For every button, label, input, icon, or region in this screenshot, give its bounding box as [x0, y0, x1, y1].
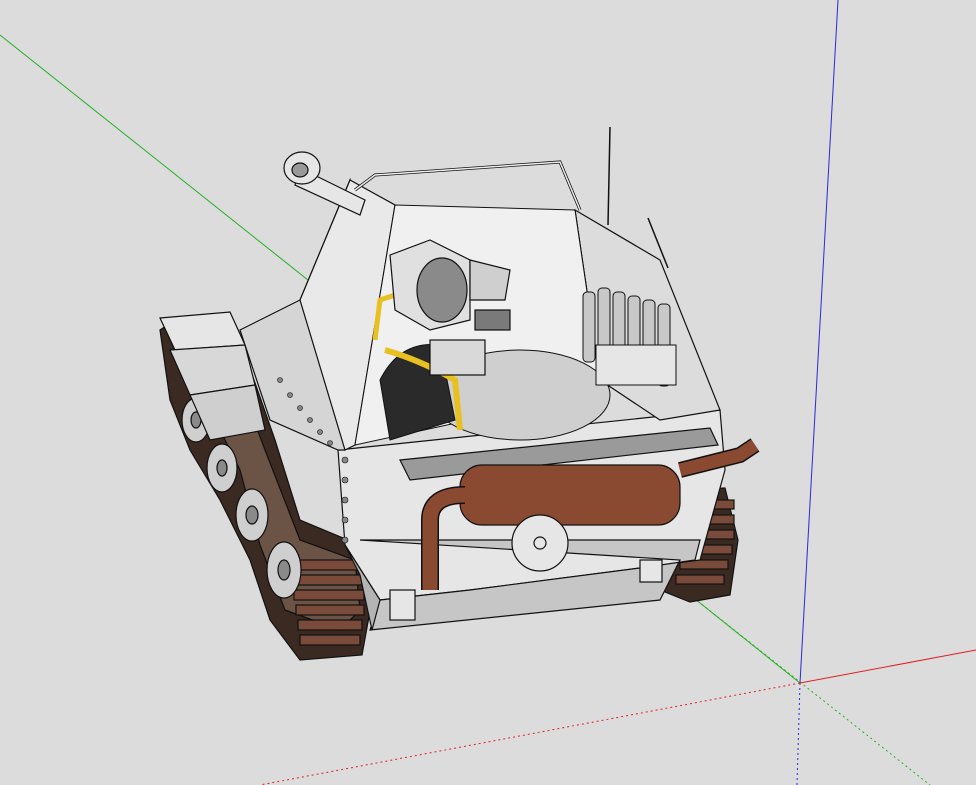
- red-axis: [799, 649, 976, 684]
- blue-axis: [799, 0, 839, 684]
- red-axis-hidden: [259, 682, 801, 785]
- modeling-viewport[interactable]: [0, 0, 976, 785]
- green-axis: [0, 34, 319, 289]
- green-axis-front: [689, 594, 801, 684]
- blue-axis-below: [796, 682, 801, 785]
- 3d-scene[interactable]: [0, 0, 976, 785]
